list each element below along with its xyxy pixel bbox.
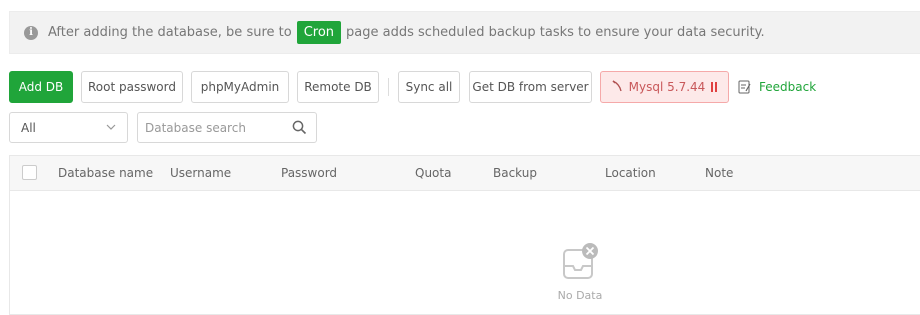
- empty-state-text: No Data: [557, 289, 603, 302]
- feedback-label: Feedback: [759, 80, 817, 94]
- column-note: Note: [705, 166, 734, 180]
- column-database-name[interactable]: Database name: [58, 156, 153, 190]
- column-backup: Backup: [493, 166, 537, 180]
- column-location: Location: [605, 166, 656, 180]
- add-db-button[interactable]: Add DB: [9, 71, 73, 103]
- pause-icon: [711, 82, 718, 92]
- notice-text-before: After adding the database, be sure to: [48, 25, 292, 40]
- leaf-icon: [612, 79, 622, 95]
- select-all-checkbox[interactable]: [22, 165, 37, 180]
- mysql-status-button[interactable]: Mysql 5.7.44: [600, 71, 729, 103]
- empty-box-icon: [563, 243, 598, 279]
- column-username: Username: [170, 166, 232, 180]
- feedback-link[interactable]: Feedback: [738, 71, 816, 103]
- sync-all-button[interactable]: Sync all: [398, 71, 460, 103]
- search-icon[interactable]: [292, 120, 307, 135]
- mysql-version-label: Mysql 5.7.44: [628, 80, 706, 94]
- empty-state: No Data: [540, 242, 620, 302]
- category-select-value: All: [21, 120, 36, 135]
- chevron-down-icon: [106, 124, 116, 130]
- notice-bar: i After adding the database, be sure to …: [9, 11, 920, 54]
- database-table: Database name Username Password Quota Ba…: [9, 155, 920, 315]
- column-quota: Quota: [415, 166, 452, 180]
- root-password-button[interactable]: Root password: [81, 71, 183, 103]
- column-password: Password: [281, 166, 338, 180]
- table-header: Database name Username Password Quota Ba…: [10, 156, 920, 191]
- remote-db-button[interactable]: Remote DB: [297, 71, 379, 103]
- database-search-input[interactable]: [138, 113, 285, 142]
- database-search: [137, 112, 317, 143]
- phpmyadmin-button[interactable]: phpMyAdmin: [191, 71, 289, 103]
- cron-link[interactable]: Cron: [296, 21, 342, 44]
- get-db-from-server-button[interactable]: Get DB from server: [469, 71, 592, 103]
- category-select[interactable]: All: [9, 112, 128, 143]
- feedback-icon: [738, 80, 751, 94]
- notice-text-after: page adds scheduled backup tasks to ensu…: [346, 25, 765, 40]
- info-icon: i: [24, 25, 38, 40]
- toolbar-divider: [388, 78, 389, 96]
